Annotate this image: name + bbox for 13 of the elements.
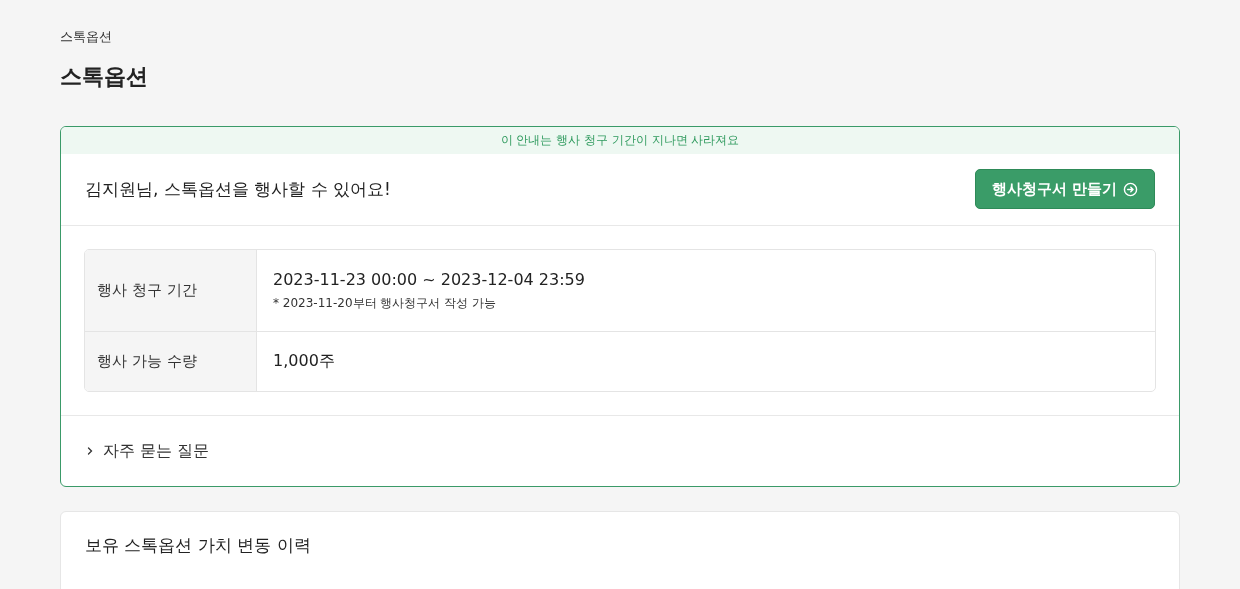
arrow-circle-icon [1123,181,1138,197]
notice-banner: 이 안내는 행사 청구 기간이 지나면 사라져요 [61,127,1179,154]
page-title: 스톡옵션 [60,63,149,91]
row-value: 2023-11-23 00:00 ~ 2023-12-04 23:59 [273,269,586,289]
row-label: 행사 가능 수량 [97,352,197,371]
notice-message: 김지원님, 스톡옵션을 행사할 수 있어요! [85,177,391,201]
row-note: * 2023-11-20부터 행사청구서 작성 가능 [273,294,497,312]
row-value: 1,000주 [273,351,336,372]
row-label: 행사 청구 기간 [97,281,197,300]
breadcrumb: 스톡옵션 [60,28,113,46]
chevron-icon [85,446,95,456]
faq-toggle[interactable]: 자주 묻는 질문 [61,416,234,486]
history-title: 보유 스톡옵션 가치 변동 이력 [85,535,311,555]
